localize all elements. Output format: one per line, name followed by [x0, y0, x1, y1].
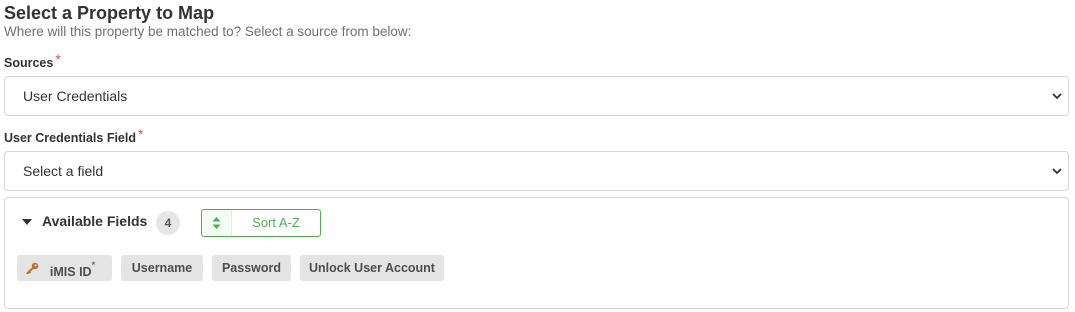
chevron-down-icon	[1052, 168, 1062, 175]
primary-key-marker: *	[91, 260, 96, 270]
page-title: Select a Property to Map	[4, 3, 215, 23]
field-chip-username[interactable]: Username	[121, 255, 203, 281]
field-label: User Credentials Field *	[4, 126, 144, 146]
sources-select[interactable]: User Credentials	[4, 76, 1069, 116]
field-label-text: User Credentials Field	[4, 131, 136, 145]
field-chip-label: iMIS ID	[49, 265, 92, 280]
field-chip-label: Unlock User Account	[309, 261, 435, 275]
sources-label: Sources *	[4, 51, 61, 71]
field-chip-label: Password	[221, 261, 282, 275]
available-fields-panel: Available Fields 4 Sort A-Z iMIS ID* Use…	[4, 197, 1069, 309]
field-chip-unlock-user-account[interactable]: Unlock User Account	[300, 255, 444, 281]
required-marker: *	[138, 126, 144, 142]
field-chip-password[interactable]: Password	[212, 255, 291, 281]
field-chip-imis-id[interactable]: iMIS ID*	[17, 255, 112, 281]
field-select[interactable]: Select a field	[4, 151, 1069, 191]
sort-icon-container	[202, 210, 232, 236]
sort-az-label: Sort A-Z	[252, 215, 300, 230]
page-subtitle: Where will this property be matched to? …	[4, 24, 412, 39]
sort-icon	[212, 217, 221, 229]
chevron-down-icon	[1052, 93, 1062, 100]
caret-down-icon[interactable]	[22, 219, 32, 225]
field-select-value: Select a field	[23, 163, 104, 179]
field-count-badge: 4	[156, 211, 180, 235]
field-chip-label: Username	[131, 261, 193, 275]
sources-select-value: User Credentials	[23, 88, 128, 104]
available-fields-title: Available Fields	[42, 213, 148, 229]
key-icon	[26, 262, 39, 274]
available-fields-header[interactable]: Available Fields 4 Sort A-Z	[5, 209, 1068, 237]
required-marker: *	[55, 51, 61, 67]
sort-az-button[interactable]: Sort A-Z	[201, 209, 321, 237]
sources-label-text: Sources	[4, 56, 54, 70]
